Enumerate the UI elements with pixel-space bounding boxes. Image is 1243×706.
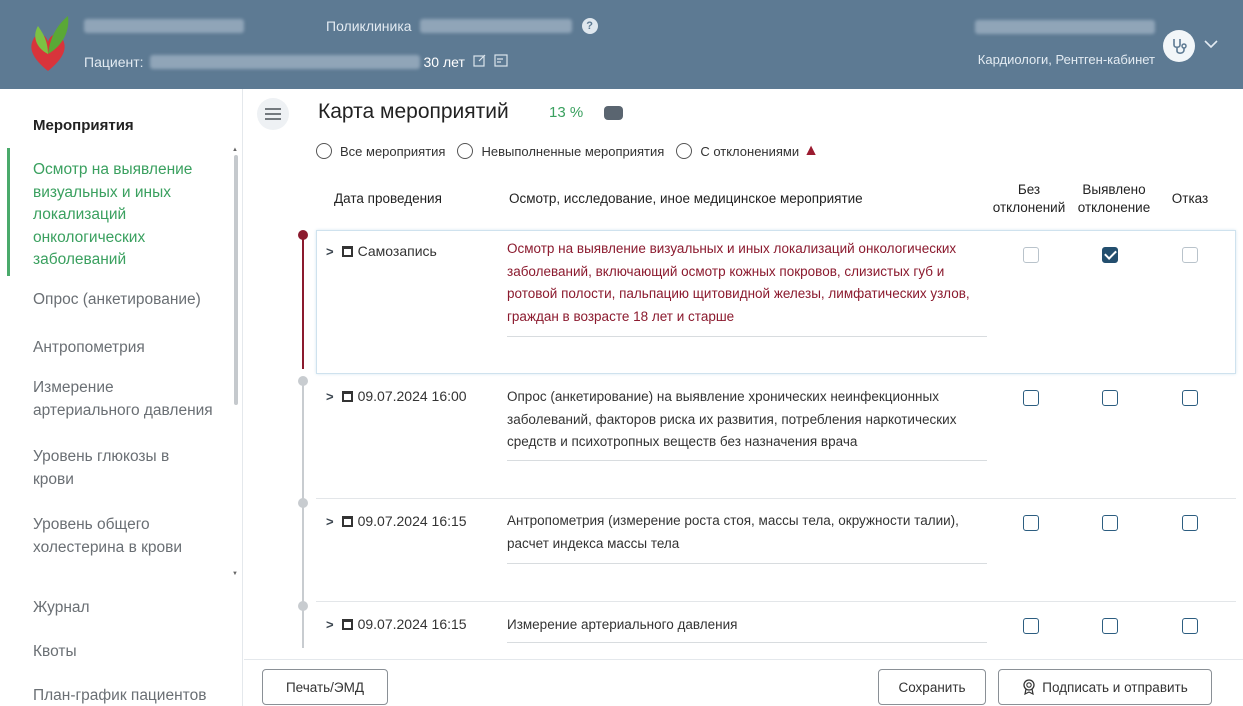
filter-all[interactable]: Все мероприятия [316,143,445,159]
filter-group: Все мероприятия Невыполненные мероприяти… [316,142,831,160]
timeline-segment-active [302,237,304,369]
row-divider [507,460,987,461]
row-date[interactable]: > 09.07.2024 16:15 [326,513,467,529]
keyboard-icon[interactable] [604,106,623,120]
app-logo [31,16,69,71]
patient-age: 30 лет [423,54,465,70]
checkbox-deviation[interactable] [1102,390,1118,406]
radio-icon[interactable] [457,143,474,159]
menu-toggle-icon[interactable] [257,98,289,130]
row-date[interactable]: > 09.07.2024 16:00 [326,388,467,404]
sidebar: Мероприятия Осмотр на выявление визуальн… [0,89,243,706]
row-divider [507,563,987,564]
row-event-text: Осмотр на выявление визуальных и иных ло… [507,241,970,324]
edit-icon[interactable] [473,54,486,70]
chevron-right-icon[interactable]: > [326,389,334,404]
warning-icon: ▲ [803,142,819,159]
blurred-patient-name [149,55,420,69]
row-event-text: Измерение артериального давления [507,617,738,632]
clinic-label: Поликлиника [326,18,412,34]
calendar-icon [341,390,353,402]
row-date[interactable]: > 09.07.2024 16:15 [326,616,467,632]
blurred-org-name [84,19,244,33]
radio-icon[interactable] [316,143,332,159]
user-name [975,20,1155,37]
chevron-right-icon[interactable]: > [326,617,334,632]
checkbox-deviation[interactable] [1102,618,1118,634]
row-divider [507,336,987,337]
row-separator [316,601,1236,602]
row-event-text: Опрос (анкетирование) на выявление хрони… [507,389,957,449]
timeline-dot [298,601,308,611]
chevron-right-icon[interactable]: > [326,244,334,259]
sidebar-title: Мероприятия [33,117,134,134]
timeline-dot [298,498,308,508]
card-icon[interactable] [494,54,508,70]
sign-and-send-button[interactable]: Подписать и отправить [998,669,1212,705]
radio-icon[interactable] [676,143,693,159]
save-button[interactable]: Сохранить [878,669,986,705]
sidebar-item-active[interactable]: Осмотр на выявление визуальных и иных ло… [7,148,229,276]
checkbox-no-deviation[interactable] [1023,515,1039,531]
calendar-icon [341,618,353,630]
sidebar-item-cholesterol[interactable]: Уровень общего холестерина в крови [33,514,208,559]
sidebar-item-glucose[interactable]: Уровень глюкозы в крови [33,446,203,491]
checkbox-refusal[interactable] [1182,247,1198,263]
column-header-event: Осмотр, исследование, иное медицинское м… [509,191,863,206]
calendar-icon [341,245,353,257]
sidebar-link-schedule[interactable]: План-график пациентов [33,685,228,706]
checkbox-deviation-checked[interactable] [1102,247,1118,263]
sidebar-link-journal[interactable]: Журнал [33,597,228,620]
timeline-dot-active [298,230,308,240]
chevron-right-icon[interactable]: > [326,514,334,529]
sidebar-item-survey[interactable]: Опрос (анкетирование) [33,289,228,312]
page-title: Карта мероприятий [318,100,509,123]
checkbox-refusal[interactable] [1182,390,1198,406]
patient-label: Пациент: [84,54,144,70]
filter-unfinished[interactable]: Невыполненные мероприятия [457,143,664,159]
timeline-dot [298,376,308,386]
row-event-text: Антропометрия (измерение роста стоя, мас… [507,513,959,551]
checkbox-refusal[interactable] [1182,515,1198,531]
row-separator [316,498,1236,499]
row-divider [507,642,987,643]
help-icon[interactable]: ? [581,18,598,34]
certificate-icon [1023,679,1035,695]
checkbox-deviation[interactable] [1102,515,1118,531]
sidebar-scrollbar[interactable]: ▲ ▼ [232,147,240,577]
print-emd-button[interactable]: Печать/ЭМД [262,669,388,705]
column-header-refusal: Отказ [1171,191,1209,206]
sidebar-link-quotas[interactable]: Квоты [33,641,228,664]
row-date[interactable]: > Самозапись [326,243,437,259]
user-department: Кардиологи, Рентген-кабинет [977,52,1155,67]
filter-deviations[interactable]: С отклонениями ▲ [676,142,819,160]
progress-percent: 13 % [549,104,584,121]
checkbox-no-deviation[interactable] [1023,618,1039,634]
app-header: Поликлиника ? Пациент: 30 лет Кардиологи… [0,0,1243,89]
blurred-clinic-name [419,19,572,33]
checkbox-refusal[interactable] [1182,618,1198,634]
sidebar-item-blood-pressure[interactable]: Измерение артериального давления [33,377,223,422]
column-header-date: Дата проведения [334,191,442,206]
column-header-no-deviation: Без отклонений [992,182,1066,215]
calendar-icon [341,515,353,527]
sidebar-item-anthropometry[interactable]: Антропометрия [33,337,228,360]
stethoscope-avatar-icon[interactable] [1163,30,1195,62]
chevron-down-icon[interactable] [1204,36,1218,54]
checkbox-no-deviation[interactable] [1023,390,1039,406]
checkbox-no-deviation[interactable] [1023,247,1039,263]
column-header-deviation: Выявлено отклонение [1077,182,1151,215]
